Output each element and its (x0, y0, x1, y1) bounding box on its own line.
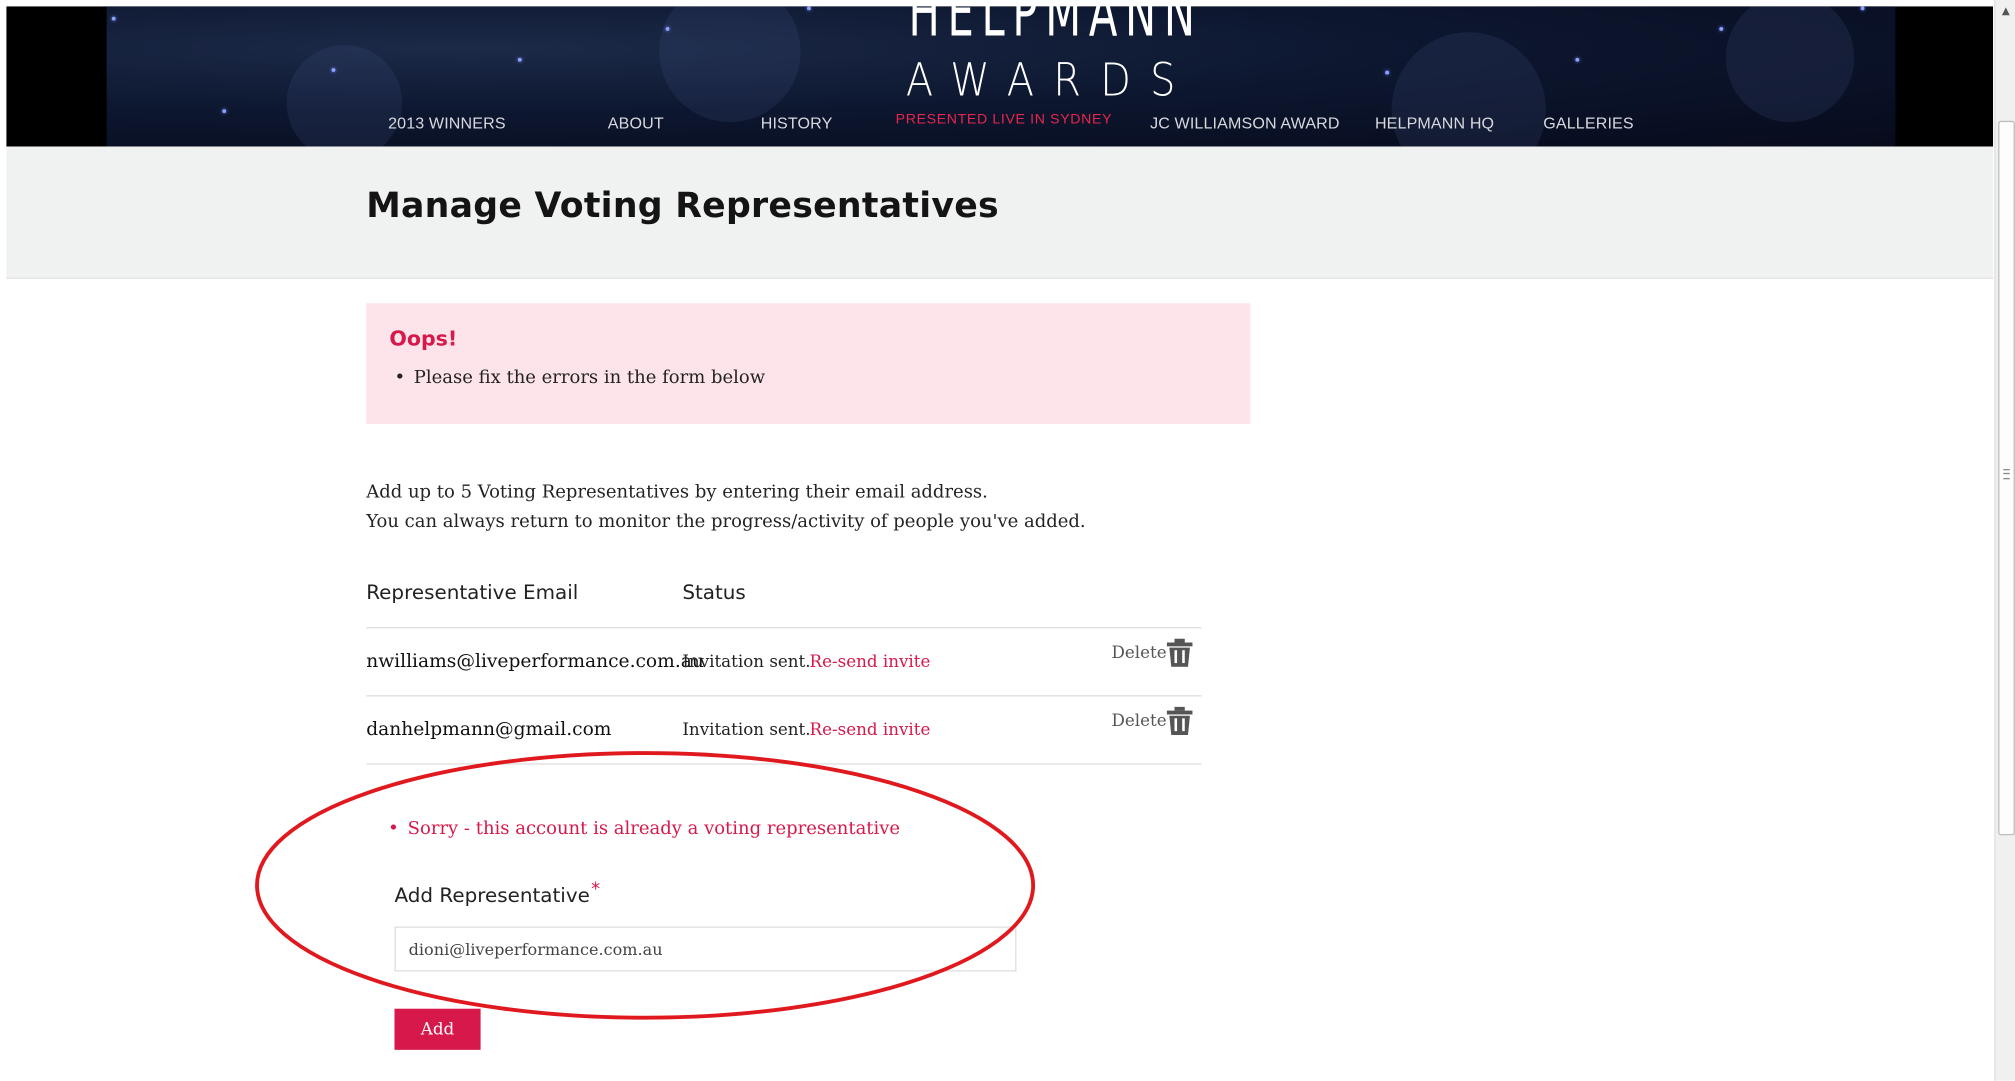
column-header-status: Status (682, 580, 746, 604)
logo-wordmark-top: HELPMANN (908, 0, 1203, 52)
star-decoration (111, 16, 116, 21)
star-decoration (1719, 26, 1724, 31)
star-decoration (665, 26, 670, 31)
trash-icon[interactable] (1166, 638, 1193, 667)
scroll-up-arrow-icon[interactable]: ▲ (1996, 0, 2015, 22)
scrollbar-grip-icon (2003, 469, 2010, 480)
resend-invite-link[interactable]: Re-send invite (810, 721, 931, 740)
row-email: nwilliams@liveperformance.com.au (366, 651, 704, 673)
error-alert: Oops! Please fix the errors in the form … (366, 303, 1251, 425)
row-status: Invitation sent. (682, 720, 811, 741)
nav-item-jc-williamson-award[interactable]: JC WILLIAMSON AWARD (1150, 114, 1340, 132)
title-band (6, 146, 1994, 279)
column-header-email: Representative Email (366, 580, 579, 604)
resend-invite-link[interactable]: Re-send invite (810, 653, 931, 672)
star-decoration (806, 6, 811, 11)
star-decoration (517, 57, 522, 62)
delete-link[interactable]: Delete (1112, 644, 1167, 663)
nav-item-galleries[interactable]: GALLERIES (1543, 114, 1633, 132)
star-decoration (331, 68, 336, 72)
row-status: Invitation sent. (682, 652, 811, 673)
alert-title: Oops! (389, 326, 458, 351)
scrollbar-thumb[interactable] (1998, 120, 2015, 836)
row-email: danhelpmann@gmail.com (366, 719, 612, 741)
nav-item-helpmann-hq[interactable]: HELPMANN HQ (1375, 114, 1494, 132)
nav-item-history[interactable]: HISTORY (761, 114, 833, 132)
page-title: Manage Voting Representatives (366, 186, 999, 227)
site-header: HELPMANN AWARDS PRESENTED LIVE IN SYDNEY… (6, 0, 1994, 147)
star-decoration (1575, 57, 1580, 62)
intro-line-1: Add up to 5 Voting Representatives by en… (366, 481, 988, 503)
alert-message: Please fix the errors in the form below (394, 367, 766, 389)
delete-link[interactable]: Delete (1112, 712, 1167, 731)
helpmann-awards-logo[interactable]: HELPMANN AWARDS PRESENTED LIVE IN SYDNEY (896, 0, 1195, 135)
bokeh-decoration (286, 44, 403, 147)
bokeh-decoration (659, 6, 801, 123)
nav-item-2013-winners[interactable]: 2013 WINNERS (388, 114, 506, 132)
vertical-scrollbar[interactable]: ▲ (1994, 0, 2015, 1081)
logo-wordmark-awards: AWARDS (905, 54, 1195, 108)
alert-message-text: Please fix the errors in the form below (413, 367, 766, 389)
page: HELPMANN AWARDS PRESENTED LIVE IN SYDNEY… (0, 0, 2015, 1081)
logo-tagline: PRESENTED LIVE IN SYDNEY (895, 111, 1113, 128)
trash-icon[interactable] (1166, 706, 1193, 736)
annotation-ellipse (255, 751, 1036, 1020)
star-decoration (1860, 6, 1865, 11)
nav-item-about[interactable]: ABOUT (608, 114, 664, 132)
intro-line-2: You can always return to monitor the pro… (366, 511, 1086, 532)
bokeh-decoration (1725, 6, 1855, 123)
star-decoration (1385, 70, 1390, 75)
table-divider (366, 627, 1202, 629)
star-decoration (222, 109, 227, 114)
table-divider (366, 695, 1202, 697)
